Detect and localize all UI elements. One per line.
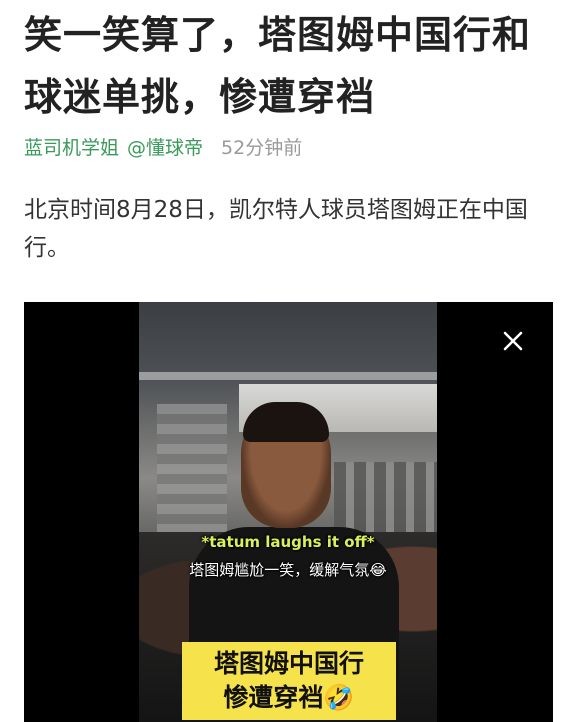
close-icon[interactable] bbox=[498, 326, 528, 356]
close-icon-graphic bbox=[503, 331, 523, 351]
subtitle-chinese: 塔图姆尴尬一笑，缓解气氛😂 bbox=[189, 561, 387, 579]
subtitle-english: *tatum laughs it off* bbox=[201, 533, 375, 551]
banner-line-2: 惨遭穿裆🤣 bbox=[223, 683, 355, 712]
scene-wall bbox=[157, 404, 227, 544]
article-title: 笑一笑算了，塔图姆中国行和球迷单挑，惨遭穿裆 bbox=[24, 13, 532, 119]
player-hair bbox=[243, 402, 329, 442]
article-meta: 蓝司机学姐 @懂球帝 52分钟前 bbox=[24, 132, 302, 160]
video-player[interactable]: *tatum laughs it off* 塔图姆尴尬一笑，缓解气氛😂 塔图姆中… bbox=[24, 302, 553, 722]
banner-line-1: 塔图姆中国行 bbox=[213, 649, 364, 678]
author-link[interactable]: @懂球帝 bbox=[127, 133, 203, 160]
video-frame[interactable]: *tatum laughs it off* 塔图姆尴尬一笑，缓解气氛😂 塔图姆中… bbox=[139, 302, 437, 722]
article-body: 北京时间8月28日，凯尔特人球员塔图姆正在中国行。 bbox=[24, 197, 528, 261]
video-banner: 塔图姆中国行 惨遭穿裆🤣 bbox=[182, 642, 396, 720]
source-link[interactable]: 蓝司机学姐 bbox=[24, 133, 119, 160]
scene-ceiling bbox=[139, 372, 437, 380]
publish-time: 52分钟前 bbox=[221, 136, 303, 159]
